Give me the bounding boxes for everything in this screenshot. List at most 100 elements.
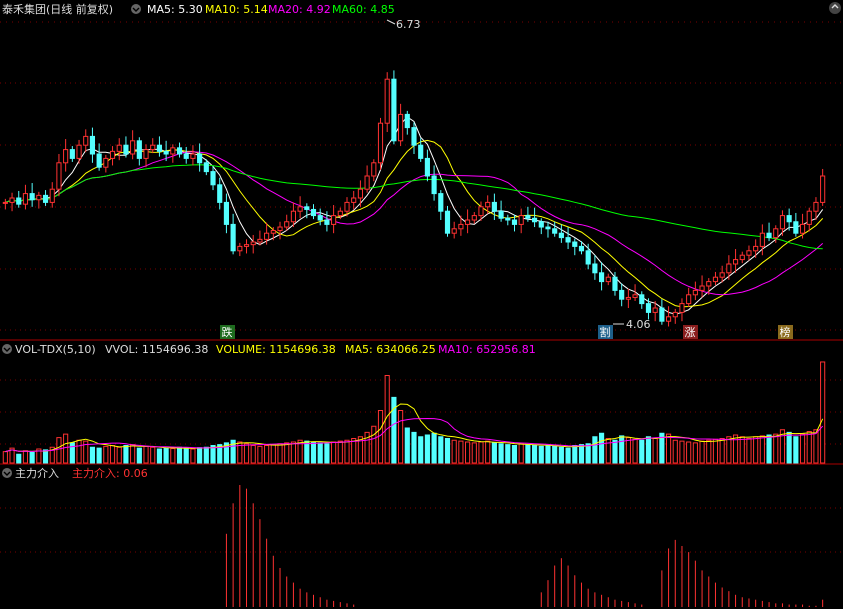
ma10-line	[5, 139, 824, 308]
candle	[565, 227, 571, 250]
event-tag: 涨	[683, 325, 698, 339]
close-icon[interactable]	[829, 2, 841, 14]
volume-bar	[123, 445, 129, 464]
candle	[625, 288, 631, 308]
volume-bar	[773, 433, 779, 464]
candle	[686, 287, 692, 308]
volume-bar	[310, 441, 317, 464]
candle	[89, 127, 96, 163]
svg-text:榜: 榜	[780, 325, 791, 339]
volume-bar	[424, 434, 430, 464]
candle	[639, 291, 645, 309]
volume-bar	[599, 432, 605, 464]
candle	[156, 136, 163, 157]
volume-bar	[418, 436, 424, 464]
candle	[659, 299, 665, 325]
candle	[806, 207, 812, 232]
candle	[103, 154, 109, 173]
candle	[377, 117, 384, 170]
menu-icon[interactable]	[131, 4, 141, 14]
volume-bar	[565, 447, 571, 464]
volume-bar	[652, 438, 658, 464]
candle	[672, 308, 678, 324]
volume-bar	[665, 433, 672, 464]
volume-bar	[458, 440, 464, 464]
volume-bar	[511, 445, 518, 464]
volume-bar	[150, 446, 156, 464]
candle	[431, 165, 437, 201]
candle	[63, 139, 69, 172]
volume-bar	[746, 438, 752, 464]
volume-bar	[699, 440, 705, 464]
volume-bar	[176, 446, 183, 464]
ma20-line	[5, 151, 824, 296]
volume-bar	[619, 435, 625, 464]
candle	[465, 209, 471, 234]
candle	[317, 208, 323, 226]
volume-bar	[331, 441, 337, 464]
volume-bar	[605, 438, 611, 464]
stock-title: 泰禾集团(日线 前复权)	[2, 2, 113, 16]
candle	[545, 221, 551, 238]
volume-bar	[203, 446, 209, 464]
volume-bar	[518, 443, 524, 464]
volume-bar	[243, 443, 250, 464]
volume-bars	[2, 361, 826, 464]
volume-bar	[719, 438, 725, 464]
event-tag: 榜	[778, 325, 793, 339]
candle	[679, 298, 685, 322]
candle	[250, 234, 256, 254]
candle	[136, 137, 142, 166]
volume-bar	[257, 445, 263, 464]
volume-bar	[820, 361, 826, 464]
volume-bar	[163, 447, 169, 464]
event-tag: 跌	[220, 325, 235, 339]
event-tag: 割	[598, 325, 613, 339]
volume-bar	[532, 445, 538, 464]
candle	[364, 165, 370, 193]
volume-bar	[76, 439, 82, 464]
volume-bar	[766, 434, 772, 464]
ma60-label: MA60: 4.85	[332, 3, 395, 16]
volume-menu-icon[interactable]	[2, 344, 12, 354]
volume-bar	[96, 447, 102, 464]
candle	[532, 207, 538, 228]
volume-bar	[264, 445, 270, 464]
candle	[357, 180, 363, 207]
volume-bar	[592, 436, 598, 464]
candle	[552, 221, 558, 237]
candle	[753, 239, 759, 258]
candle	[779, 210, 786, 236]
volume-bar	[277, 443, 283, 464]
candle	[384, 72, 390, 132]
candle	[505, 214, 511, 226]
volume-bar	[806, 431, 812, 464]
volume-bar	[143, 445, 149, 464]
candle	[210, 166, 216, 191]
volume-bar	[438, 436, 444, 464]
candle	[29, 183, 35, 207]
candle	[284, 214, 290, 231]
candle	[599, 262, 605, 291]
candle	[371, 159, 377, 182]
main-force-menu-icon[interactable]	[2, 468, 12, 478]
volume-bar	[136, 447, 142, 464]
volume-bar	[498, 443, 504, 464]
candle	[424, 149, 430, 182]
candle	[458, 215, 464, 236]
main-force-bars	[225, 485, 824, 607]
candle	[49, 182, 55, 208]
svg-text:涨: 涨	[685, 326, 696, 339]
volume-bar	[753, 436, 759, 464]
volume-bar	[444, 438, 451, 464]
candle	[190, 145, 196, 166]
volume-bar	[116, 446, 122, 464]
volume-bar	[89, 446, 96, 464]
volume-bar	[632, 438, 638, 464]
candle	[820, 168, 826, 206]
candle	[746, 245, 752, 261]
volume-bar	[130, 444, 136, 464]
candle	[83, 129, 89, 153]
candle	[444, 205, 451, 237]
volume-bar	[22, 450, 29, 464]
